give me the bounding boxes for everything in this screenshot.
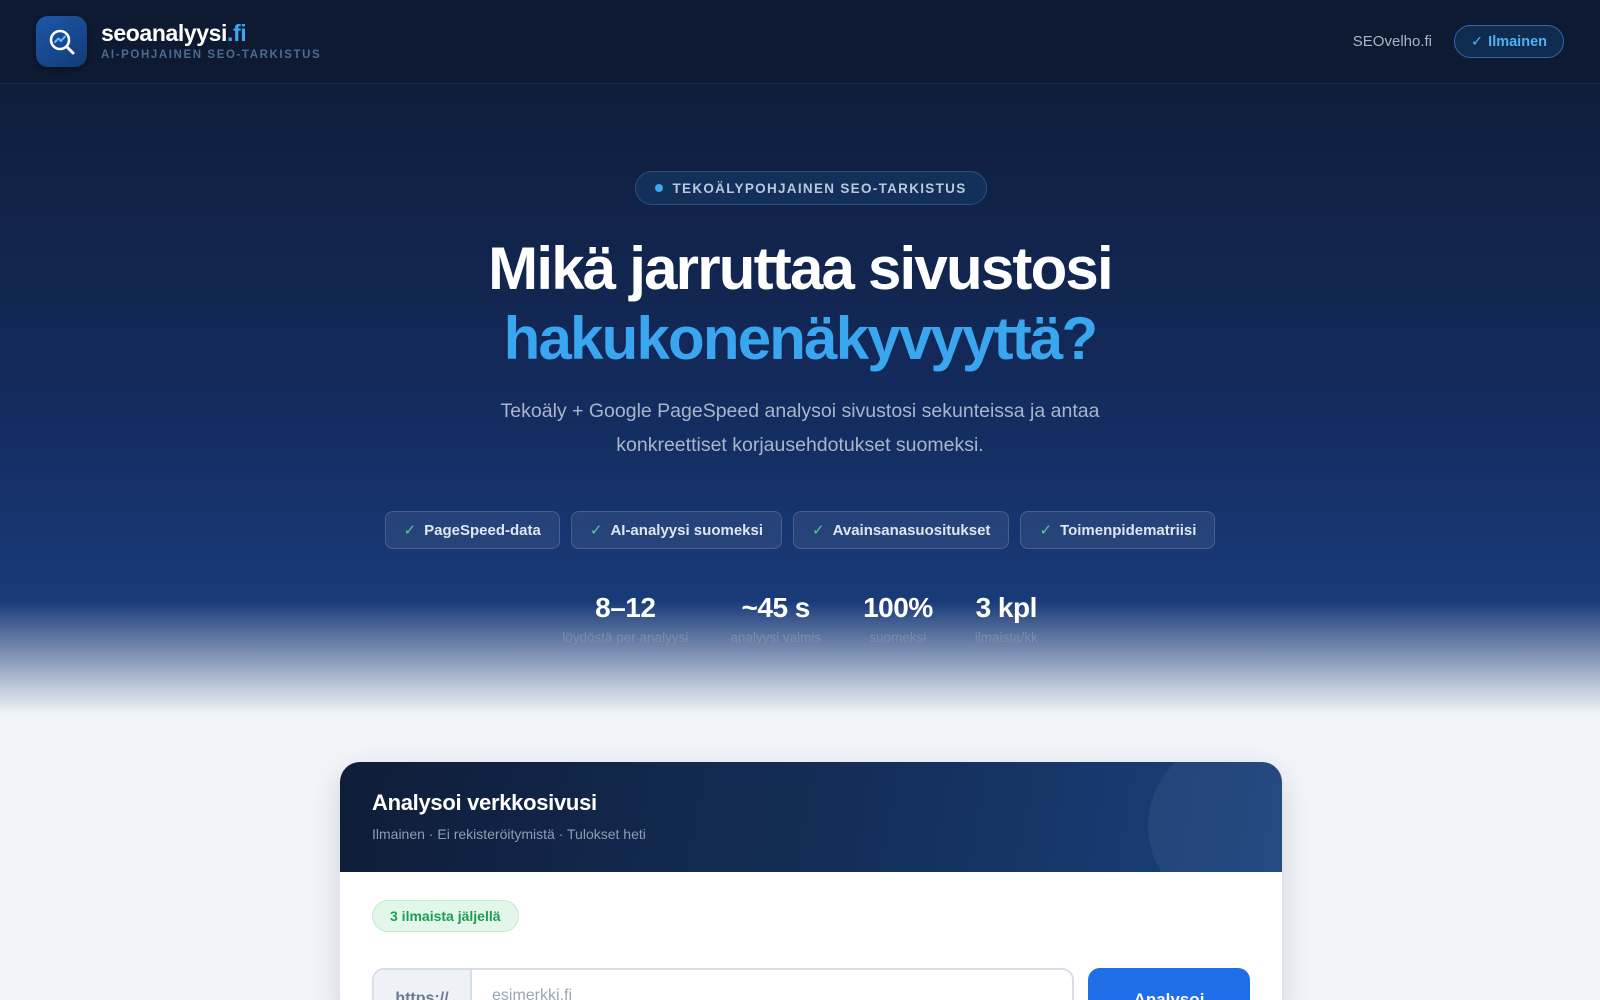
brand-name-main: seoanalyysi — [101, 19, 228, 46]
feature-label: AI-analyysi suomeksi — [610, 521, 764, 539]
stat-label: analyysi valmis — [730, 630, 822, 645]
stat-label: löydöstä per analyysi — [562, 630, 689, 645]
stat-label: suomeksi — [869, 630, 927, 645]
status-dot-icon — [655, 184, 664, 192]
free-quota-badge: 3 ilmaista jäljellä — [372, 900, 519, 932]
feature-label: Avainsanasuositukset — [832, 521, 991, 539]
checkmark-icon: ✓ — [589, 522, 603, 539]
url-prefix: https:// — [374, 970, 472, 1000]
feature-list: ✓ PageSpeed-data ✓ AI-analyysi suomeksi … — [0, 511, 1600, 549]
magnifier-chart-icon — [36, 16, 87, 67]
hero-badge: TEKOÄLYPOHJAINEN SEO-TARKISTUS — [635, 171, 987, 205]
url-form: https:// Analysoi — [372, 968, 1252, 1000]
hero-section: TEKOÄLYPOHJAINEN SEO-TARKISTUS Mikä jarr… — [0, 84, 1600, 714]
feature-pill: ✓ AI-analyysi suomeksi — [570, 511, 783, 549]
stat-value: 8–12 — [595, 592, 656, 623]
brand-name-tld: .fi — [227, 19, 247, 46]
analyze-card-body: 3 ilmaista jäljellä https:// Analysoi — [340, 872, 1282, 1000]
analyze-card-header: Analysoi verkkosivusi Ilmainen · Ei reki… — [340, 762, 1282, 872]
top-navigation: seoanalyysi.fi AI-POHJAINEN SEO-TARKISTU… — [0, 0, 1600, 84]
hero-title-line2: hakukonenäkyvyyttä? — [503, 305, 1099, 372]
feature-pill: ✓ Toimenpidematriisi — [1020, 511, 1216, 549]
feature-pill: ✓ Avainsanasuositukset — [793, 511, 1010, 549]
hero-title-line1: Mikä jarruttaa sivustosi — [488, 235, 1114, 302]
feature-pill: ✓ PageSpeed-data — [384, 511, 560, 549]
url-input[interactable] — [472, 970, 1072, 1000]
stat-value: 100% — [863, 592, 933, 623]
checkmark-icon: ✓ — [403, 522, 417, 539]
checkmark-icon: ✓ — [1039, 522, 1053, 539]
brand-tagline: AI-POHJAINEN SEO-TARKISTUS — [101, 48, 322, 61]
hero-title: Mikä jarruttaa sivustosi hakukonenäkyvyy… — [0, 234, 1600, 374]
stats-row: 8–12 löydöstä per analyysi ~45 s analyys… — [0, 592, 1600, 645]
checkmark-icon: ✓ — [1471, 33, 1484, 50]
brand-name: seoanalyysi.fi — [101, 19, 321, 46]
analyze-button[interactable]: Analysoi — [1088, 968, 1250, 1000]
hero-badge-label: TEKOÄLYPOHJAINEN SEO-TARKISTUS — [672, 180, 967, 196]
feature-label: PageSpeed-data — [424, 521, 541, 539]
decorative-circle — [1148, 762, 1282, 872]
analyze-card-title: Analysoi verkkosivusi — [372, 790, 597, 815]
brand-logo-link[interactable]: seoanalyysi.fi AI-POHJAINEN SEO-TARKISTU… — [36, 16, 321, 67]
free-badge[interactable]: ✓ Ilmainen — [1454, 25, 1564, 58]
checkmark-icon: ✓ — [812, 522, 825, 539]
hero-subtitle: Tekoäly + Google PageSpeed analysoi sivu… — [500, 400, 1100, 456]
analyze-card: Analysoi verkkosivusi Ilmainen · Ei reki… — [340, 762, 1282, 1000]
feature-label: Toimenpidematriisi — [1060, 521, 1197, 539]
free-badge-label: Ilmainen — [1488, 33, 1547, 50]
nav-right: SEOvelho.fi ✓ Ilmainen — [1353, 25, 1564, 58]
stat-value: ~45 s — [741, 592, 811, 623]
stat-label: ilmaista/kk — [974, 630, 1038, 645]
stat-item: 100% suomeksi — [863, 592, 933, 645]
nav-link-seovelho[interactable]: SEOvelho.fi — [1353, 33, 1432, 50]
stat-item: ~45 s analyysi valmis — [730, 592, 821, 645]
stat-item: 8–12 löydöstä per analyysi — [562, 592, 688, 645]
stat-item: 3 kpl ilmaista/kk — [975, 592, 1038, 645]
stat-value: 3 kpl — [975, 592, 1038, 623]
analyze-card-subtitle: Ilmainen · Ei rekisteröitymistä · Tuloks… — [372, 826, 646, 842]
url-field: https:// — [372, 968, 1074, 1000]
